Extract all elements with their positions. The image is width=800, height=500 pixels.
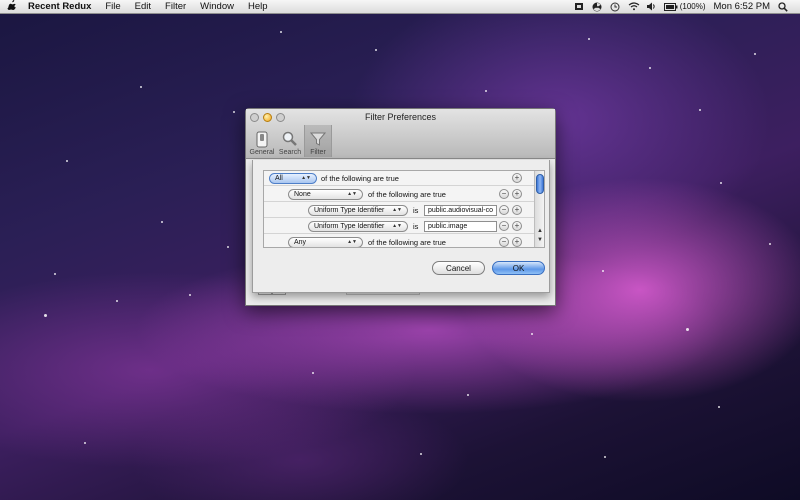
quantifier-popup-all[interactable]: All ▲▼ (269, 172, 317, 184)
rule-row-none: None ▲▼ of the following are true − + (264, 187, 534, 202)
apple-menu-icon[interactable] (0, 0, 22, 13)
app-status-icon[interactable] (574, 2, 584, 11)
predicate-editor: All ▲▼ of the following are true + None … (263, 170, 545, 248)
menu-bar: Recent Redux File Edit Filter Window Hel… (0, 0, 800, 14)
popup-arrows-icon: ▲▼ (301, 175, 311, 181)
toolbar-filter[interactable]: Filter (304, 125, 332, 157)
remove-rule-button[interactable]: − (499, 205, 509, 215)
funnel-icon (310, 130, 326, 148)
toolbar-search-label: Search (278, 149, 302, 156)
add-rule-button[interactable]: + (512, 205, 522, 215)
edit-menu[interactable]: Edit (135, 1, 151, 12)
battery-status[interactable]: (100%) (663, 2, 706, 11)
attribute-popup[interactable]: Uniform Type Identifier ▲▼ (308, 204, 408, 216)
cancel-button[interactable]: Cancel (432, 261, 485, 275)
rule-text: of the following are true (368, 237, 446, 247)
add-rule-button[interactable]: + (512, 221, 522, 231)
operator-label: is (413, 221, 419, 231)
popup-arrows-icon: ▲▼ (392, 223, 402, 229)
filter-menu[interactable]: Filter (165, 1, 186, 12)
remove-rule-button[interactable]: − (499, 237, 509, 247)
window-titlebar[interactable]: Filter Preferences General Search Filter (246, 109, 555, 159)
magnifier-icon (282, 130, 298, 148)
help-menu[interactable]: Help (248, 1, 268, 12)
filter-preferences-window: Filter Preferences General Search Filter (245, 108, 556, 306)
rule-row-any: Any ▲▼ of the following are true − + (264, 235, 534, 247)
volume-icon[interactable] (646, 2, 656, 11)
preferences-toolbar: General Search Filter (248, 125, 332, 157)
toolbar-general[interactable]: General (248, 125, 276, 157)
battery-percent: (100%) (679, 2, 706, 11)
quantifier-value: Any (294, 238, 307, 246)
spotlight-icon[interactable] (778, 2, 788, 12)
add-rule-button[interactable]: + (512, 189, 522, 199)
rules-scrollbar[interactable]: ▲ ▼ (534, 171, 544, 247)
popup-arrows-icon: ▲▼ (347, 239, 357, 245)
quantifier-value: None (294, 190, 311, 198)
rule-text: of the following are true (368, 189, 446, 199)
window-menu[interactable]: Window (200, 1, 234, 12)
quantifier-value: All (275, 174, 283, 182)
window-title: Filter Preferences (364, 112, 437, 122)
wifi-icon[interactable] (628, 2, 640, 11)
rule-row-all: All ▲▼ of the following are true + (264, 171, 534, 186)
rule-text: of the following are true (321, 173, 399, 183)
app-menu[interactable]: Recent Redux (28, 1, 91, 12)
preferences-content: + − All ▲▼ of the following are true + (246, 160, 555, 305)
quantifier-popup-any[interactable]: Any ▲▼ (288, 236, 363, 247)
rule-row-uti-image: Uniform Type Identifier ▲▼ is public.ima… (264, 219, 534, 234)
battery-icon (663, 2, 678, 11)
popup-arrows-icon: ▲▼ (347, 191, 357, 197)
toolbar-general-label: General (249, 149, 275, 156)
rule-row-uti-audiovisual: Uniform Type Identifier ▲▼ is public.aud… (264, 203, 534, 218)
menu-clock[interactable]: Mon 6:52 PM (714, 1, 771, 12)
operator-label: is (413, 205, 419, 215)
remove-rule-button[interactable]: − (499, 189, 509, 199)
radioactive-icon[interactable] (592, 2, 602, 12)
add-rule-button[interactable]: + (512, 173, 522, 183)
scroll-up-arrow-icon[interactable]: ▲ (535, 228, 544, 234)
file-menu[interactable]: File (105, 1, 120, 12)
uti-value-field[interactable]: public.audiovisual-co (424, 204, 497, 216)
time-machine-icon[interactable] (610, 2, 620, 12)
scroll-thumb[interactable] (536, 174, 544, 194)
uti-value-field[interactable]: public.image (424, 220, 497, 232)
ok-button[interactable]: OK (492, 261, 545, 275)
toolbar-search[interactable]: Search (276, 125, 304, 157)
add-rule-button[interactable]: + (512, 237, 522, 247)
popup-arrows-icon: ▲▼ (392, 207, 402, 213)
remove-rule-button[interactable]: − (499, 221, 509, 231)
attribute-value: Uniform Type Identifier (314, 206, 385, 214)
attribute-value: Uniform Type Identifier (314, 222, 385, 230)
switch-icon (254, 130, 270, 148)
filter-rules-sheet: All ▲▼ of the following are true + None … (252, 160, 550, 293)
quantifier-popup-none[interactable]: None ▲▼ (288, 188, 363, 200)
toolbar-filter-label: Filter (310, 149, 326, 156)
scroll-down-arrow-icon[interactable]: ▼ (535, 237, 544, 243)
attribute-popup[interactable]: Uniform Type Identifier ▲▼ (308, 220, 408, 232)
